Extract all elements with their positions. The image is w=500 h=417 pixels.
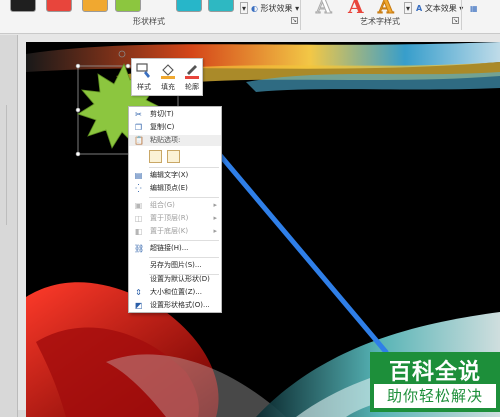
shape-style-swatch-2[interactable]: [46, 0, 72, 12]
shape-styles-dialog-launcher[interactable]: ↘: [291, 17, 298, 24]
menu-item-label: 置于底层(K): [150, 227, 189, 235]
menu-item-label: 另存为图片(S)...: [150, 261, 202, 269]
submenu-arrow-icon: ▸: [213, 214, 217, 222]
outline-pen-icon: [185, 65, 199, 79]
menu-item-cut[interactable]: ✂ 剪切(T): [129, 109, 221, 120]
shape-style-swatch-5[interactable]: [176, 0, 202, 12]
wordart-more-button[interactable]: ▾: [404, 2, 412, 14]
mini-fill-button[interactable]: 填充: [156, 59, 180, 97]
watermark-title: 百科全说: [388, 360, 481, 385]
menu-item-hyperlink[interactable]: ⛓ 超链接(H)...: [129, 243, 221, 254]
scissors-icon: ✂: [135, 110, 142, 119]
ribbon-separator: [461, 0, 462, 30]
watermark-logo: 百科全说 助你轻松解决: [370, 352, 500, 412]
menu-item-format-shape[interactable]: ◩ 设置形状格式(O)...: [129, 300, 221, 311]
size-position-icon: ⇕: [135, 288, 142, 297]
context-menu: ✂ 剪切(T) ❐ 复制(C) 📋 粘贴选项: ▤ 编辑文字(X) ⁛ 编辑顶点…: [128, 106, 222, 313]
shape-style-swatch-1[interactable]: [10, 0, 36, 12]
mini-style-label: 样式: [137, 83, 151, 91]
menu-item-label: 剪切(T): [150, 110, 174, 118]
shape-styles-group-label: 形状样式: [133, 17, 165, 26]
slide-thumbnail-pane[interactable]: [0, 35, 18, 417]
menu-item-label: 复制(C): [150, 123, 175, 131]
menu-separator: [149, 197, 219, 198]
mini-outline-label: 轮廓: [185, 83, 199, 91]
submenu-arrow-icon: ▸: [213, 201, 217, 209]
wordart-group-label: 艺术字样式: [360, 17, 400, 26]
menu-item-set-default-shape[interactable]: 设置为默认形状(D): [129, 274, 221, 285]
menu-item-label: 组合(G): [150, 201, 175, 209]
edit-text-icon: ▤: [134, 171, 143, 180]
shape-style-swatch-6[interactable]: [208, 0, 234, 12]
menu-separator: [149, 240, 219, 241]
style-brush-icon: [136, 63, 150, 78]
shape-effects-label: 形状效果: [260, 4, 293, 13]
menu-item-label: 大小和位置(Z)...: [150, 288, 202, 296]
ribbon: ▾ ◐ 形状效果 ▾ 形状样式 ↘ A A A ▾ A 文本效果 ▾ 艺术字样式…: [0, 0, 500, 34]
ribbon-separator: [300, 0, 301, 30]
shape-effects-button[interactable]: ◐ 形状效果 ▾: [251, 3, 299, 15]
hyperlink-icon: ⛓: [134, 244, 145, 253]
mini-outline-button[interactable]: 轮廓: [180, 59, 204, 97]
thumbnail-divider: [6, 105, 7, 225]
format-shape-icon: ◩: [134, 301, 143, 310]
menu-section-label: 粘贴选项:: [150, 136, 181, 144]
paste-keep-formatting-icon[interactable]: [149, 150, 162, 163]
shape-effects-icon: ◐: [251, 4, 258, 13]
menu-item-edit-points[interactable]: ⁛ 编辑顶点(E): [129, 183, 221, 194]
group-icon: ▣: [134, 201, 143, 210]
menu-item-edit-text[interactable]: ▤ 编辑文字(X): [129, 170, 221, 181]
mini-style-button[interactable]: 样式: [132, 59, 156, 97]
paste-picture-icon[interactable]: [167, 150, 180, 163]
wordart-style-1[interactable]: A: [316, 0, 333, 19]
menu-item-label: 编辑顶点(E): [150, 184, 188, 192]
menu-item-send-to-back[interactable]: ◧ 置于底层(K) ▸: [129, 226, 221, 237]
menu-item-size-position[interactable]: ⇕ 大小和位置(Z)...: [129, 287, 221, 298]
menu-separator: [149, 257, 219, 258]
text-effects-button[interactable]: A 文本效果 ▾: [416, 3, 463, 15]
menu-item-group[interactable]: ▣ 组合(G) ▸: [129, 200, 221, 211]
menu-item-copy[interactable]: ❐ 复制(C): [129, 122, 221, 133]
mini-toolbar: 样式 填充 轮廓: [131, 58, 203, 96]
menu-item-label: 设置为默认形状(D): [150, 275, 210, 283]
send-to-back-icon: ◧: [134, 227, 143, 236]
shape-style-swatch-4[interactable]: [115, 0, 141, 12]
menu-item-label: 置于顶层(R): [150, 214, 189, 222]
mini-fill-label: 填充: [161, 83, 175, 91]
copy-icon: ❐: [134, 123, 143, 132]
chevron-down-icon: ▾: [295, 4, 300, 13]
arrange-icon[interactable]: ▦: [470, 3, 478, 15]
text-effects-icon: A: [416, 4, 423, 13]
menu-item-label: 设置形状格式(O)...: [150, 301, 210, 309]
menu-section-paste-options: 📋 粘贴选项:: [129, 135, 221, 146]
menu-separator: [149, 167, 219, 168]
shape-style-swatch-3[interactable]: [82, 0, 108, 12]
menu-item-label: 超链接(H)...: [150, 244, 189, 252]
fill-bucket-icon: [161, 64, 175, 79]
menu-item-save-as-picture[interactable]: 另存为图片(S)...: [129, 260, 221, 271]
edit-points-icon: ⁛: [135, 184, 142, 193]
gallery-more-button[interactable]: ▾: [240, 2, 248, 14]
submenu-arrow-icon: ▸: [213, 227, 217, 235]
bring-to-front-icon: ◫: [134, 214, 143, 223]
menu-item-bring-to-front[interactable]: ◫ 置于顶层(R) ▸: [129, 213, 221, 224]
watermark-subtitle: 助你轻松解决: [374, 384, 496, 408]
clipboard-icon: 📋: [134, 136, 144, 145]
menu-item-label: 编辑文字(X): [150, 171, 189, 179]
text-effects-label: 文本效果: [424, 4, 457, 13]
wordart-dialog-launcher[interactable]: ↘: [452, 17, 459, 24]
